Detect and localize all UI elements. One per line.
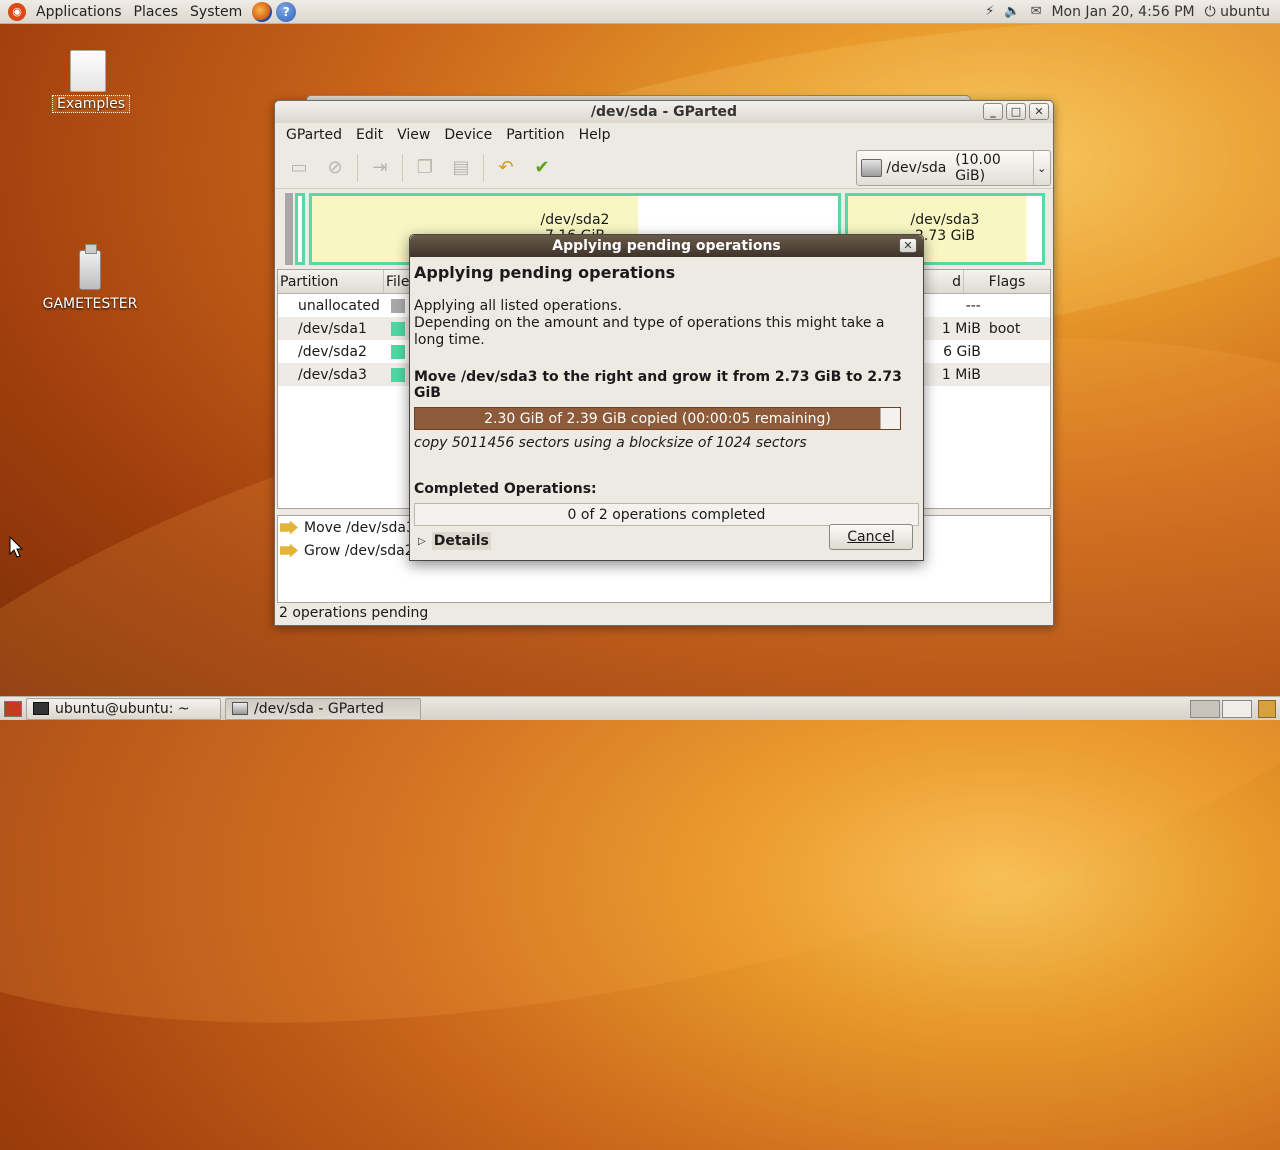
places-menu[interactable]: Places — [128, 4, 185, 20]
device-selector[interactable]: /dev/sda (10.00 GiB) ⌄ — [856, 150, 1051, 186]
window-title: /dev/sda - GParted — [590, 104, 738, 120]
dialog-titlebar[interactable]: Applying pending operations ✕ — [410, 235, 923, 257]
delete-icon[interactable]: ⊘ — [321, 154, 349, 182]
operation-progress-bar: 2.30 GiB of 2.39 GiB copied (00:00:05 re… — [414, 407, 901, 430]
toolbar-separator — [483, 153, 484, 182]
paste-icon[interactable]: ▤ — [447, 154, 475, 182]
cell-partition: unallocated — [298, 297, 380, 314]
cell-partition: /dev/sda3 — [298, 366, 367, 383]
close-button[interactable]: ✕ — [1029, 103, 1049, 120]
overall-progress-bar: 0 of 2 operations completed — [414, 503, 919, 526]
col-used[interactable]: d — [924, 270, 964, 293]
terminal-icon — [33, 702, 49, 715]
operation-text: Grow /dev/sda2 f — [304, 542, 424, 559]
apply-icon[interactable]: ✔ — [528, 154, 556, 182]
firefox-icon[interactable] — [252, 1, 273, 22]
harddisk-icon — [861, 159, 883, 177]
top-panel: ◉ Applications Places System ? ⚡ 🔈 ✉ Mon… — [0, 0, 1280, 24]
disk-map-sda2-name: /dev/sda2 — [540, 212, 610, 228]
file-icon — [70, 50, 106, 92]
move-operation-icon — [280, 520, 298, 535]
fs-color-swatch — [390, 344, 405, 359]
cell-partition: /dev/sda1 — [298, 320, 367, 337]
bottom-panel: ubuntu@ubuntu: ~ /dev/sda - GParted — [0, 696, 1280, 720]
device-size: (10.00 GiB) — [955, 152, 1001, 184]
menu-partition[interactable]: Partition — [499, 127, 571, 143]
cell-flags: boot — [988, 320, 1021, 337]
mouse-cursor-icon — [9, 536, 23, 558]
maximize-button[interactable]: □ — [1006, 103, 1026, 120]
desktop-icon-label: Examples — [52, 95, 131, 113]
applications-menu[interactable]: Applications — [30, 4, 128, 20]
ubuntu-logo-icon[interactable]: ◉ — [8, 2, 26, 21]
operation-text: Move /dev/sda3 t — [304, 519, 425, 536]
user-name: ubuntu — [1220, 3, 1270, 20]
dialog-text-line1: Applying all listed operations. — [414, 298, 622, 314]
menubar: GParted Edit View Device Partition Help — [275, 123, 1053, 147]
new-partition-icon[interactable]: ▭ — [285, 154, 313, 182]
usb-drive-icon — [79, 244, 101, 290]
grow-operation-icon — [280, 543, 298, 558]
menu-gparted[interactable]: GParted — [279, 127, 349, 143]
volume-icon[interactable]: 🔈 — [1004, 4, 1020, 19]
show-desktop-icon[interactable] — [4, 700, 22, 717]
disk-map-sda3-name: /dev/sda3 — [910, 212, 980, 228]
progress-detail: copy 5011456 sectors using a blocksize o… — [414, 435, 807, 451]
gparted-app-icon — [232, 702, 248, 715]
mail-icon[interactable]: ✉ — [1031, 4, 1042, 19]
cancel-button[interactable]: Cancel — [829, 524, 913, 550]
apply-operations-dialog: Applying pending operations ✕ Applying p… — [409, 234, 924, 561]
fs-color-swatch — [390, 367, 405, 382]
workspace-2[interactable] — [1222, 699, 1252, 718]
copy-icon[interactable]: ❐ — [411, 154, 439, 182]
minimize-button[interactable]: _ — [983, 103, 1003, 120]
menu-edit[interactable]: Edit — [349, 127, 390, 143]
dialog-text-line2: Depending on the amount and type of oper… — [414, 315, 885, 348]
taskbar-terminal-label: ubuntu@ubuntu: ~ — [55, 700, 190, 717]
progress-text: 2.30 GiB of 2.39 GiB copied (00:00:05 re… — [484, 410, 831, 427]
device-name: /dev/sda — [886, 160, 947, 176]
chevron-down-icon: ⌄ — [1032, 151, 1050, 185]
status-bar: 2 operations pending — [279, 605, 429, 621]
disk-map-sda1[interactable] — [295, 193, 305, 265]
close-icon[interactable]: ✕ — [899, 238, 917, 253]
network-icon[interactable]: ⚡ — [985, 4, 994, 19]
window-titlebar[interactable]: /dev/sda - GParted _ □ ✕ — [275, 101, 1053, 123]
menu-view[interactable]: View — [390, 127, 437, 143]
fs-color-swatch — [390, 321, 405, 336]
toolbar-separator — [402, 153, 403, 182]
disk-map-unallocated[interactable] — [285, 193, 293, 265]
col-partition[interactable]: Partition — [278, 270, 384, 293]
clock[interactable]: Mon Jan 20, 4:56 PM — [1051, 4, 1194, 20]
dialog-heading: Applying pending operations — [414, 263, 676, 282]
overall-progress-text: 0 of 2 operations completed — [567, 506, 766, 523]
menu-help[interactable]: Help — [572, 127, 618, 143]
undo-icon[interactable]: ↶ — [492, 154, 520, 182]
resize-move-icon[interactable]: ⇥ — [366, 154, 394, 182]
trash-icon[interactable] — [1258, 699, 1276, 718]
taskbar-terminal[interactable]: ubuntu@ubuntu: ~ — [26, 697, 221, 720]
system-menu[interactable]: System — [184, 4, 248, 20]
desktop-icon-gametester[interactable]: GAMETESTER — [40, 244, 140, 312]
taskbar-gparted[interactable]: /dev/sda - GParted — [225, 697, 421, 720]
system-tray: ⚡ 🔈 ✉ Mon Jan 20, 4:56 PM ⏻ ubuntu — [985, 4, 1280, 20]
desktop-icon-label: GAMETESTER — [42, 296, 138, 312]
toolbar-separator — [357, 153, 358, 182]
menu-device[interactable]: Device — [437, 127, 499, 143]
taskbar-gparted-label: /dev/sda - GParted — [254, 700, 384, 717]
dialog-title: Applying pending operations — [552, 238, 781, 254]
completed-label: Completed Operations: — [414, 481, 597, 497]
fs-color-swatch — [390, 298, 405, 313]
details-label: Details — [431, 532, 491, 550]
expander-arrow-icon: ▷ — [418, 535, 426, 547]
col-flags[interactable]: Flags — [964, 270, 1050, 293]
help-icon[interactable]: ? — [276, 1, 297, 22]
workspace-switcher — [1190, 699, 1252, 718]
cell-partition: /dev/sda2 — [298, 343, 367, 360]
desktop-icon-examples[interactable]: Examples — [52, 50, 131, 113]
current-operation: Move /dev/sda3 to the right and grow it … — [414, 369, 902, 401]
workspace-1[interactable] — [1190, 699, 1220, 718]
user-menu[interactable]: ⏻ ubuntu — [1205, 4, 1270, 20]
